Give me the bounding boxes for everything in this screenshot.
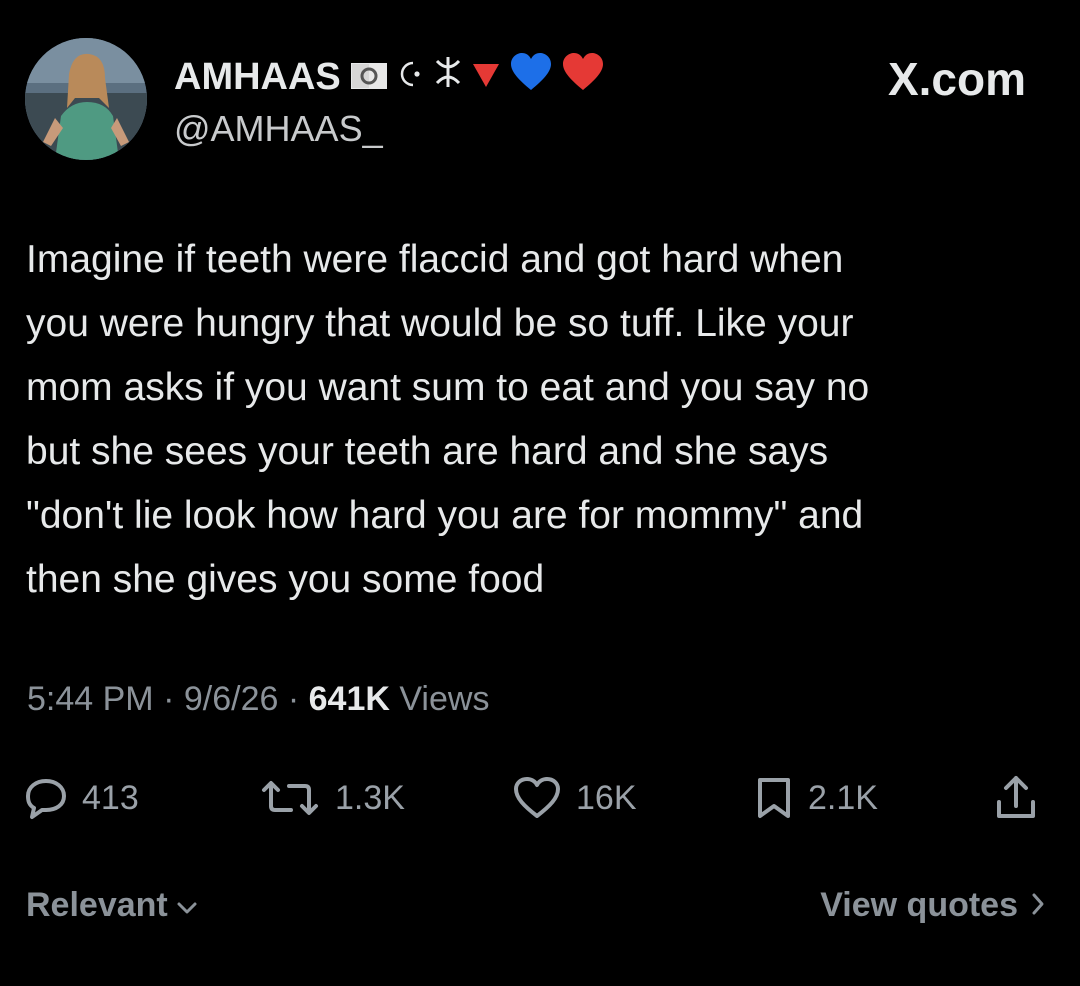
share-icon: [994, 774, 1038, 822]
tweet-meta: 5:44 PM · 9/6/26 · 641K Views: [27, 680, 489, 719]
avatar-image: [25, 38, 147, 160]
blue-heart-icon: [509, 52, 553, 102]
action-bar: 413 1.3K 16K 2.1K: [24, 770, 1056, 826]
tweet-time[interactable]: 5:44 PM: [27, 680, 154, 718]
bookmark-count: 2.1K: [808, 778, 878, 817]
chevron-down-icon: [176, 886, 198, 925]
repost-icon: [259, 778, 321, 818]
tweet-date[interactable]: 9/6/26: [184, 680, 279, 718]
share-button[interactable]: [994, 770, 1038, 826]
handle[interactable]: @AMHAAS_: [174, 108, 383, 150]
like-count: 16K: [576, 778, 637, 817]
red-triangle-icon: [471, 56, 501, 99]
view-quotes-link[interactable]: View quotes: [820, 886, 1046, 925]
bookmark-button[interactable]: 2.1K: [754, 770, 878, 826]
meta-separator: ·: [163, 680, 184, 718]
display-name-row[interactable]: AMHAAS: [174, 52, 605, 102]
red-heart-icon: [561, 52, 605, 102]
bookmark-icon: [754, 776, 794, 820]
chevron-right-icon: [1030, 886, 1046, 925]
brand-watermark: X.com: [887, 53, 1026, 105]
tweet-text: Imagine if teeth were flaccid and got ha…: [26, 238, 870, 601]
view-quotes-label: View quotes: [820, 886, 1018, 924]
crescent-star-icon: [395, 56, 425, 99]
sort-label: Relevant: [26, 886, 168, 924]
meta-separator: ·: [287, 680, 309, 718]
repost-button[interactable]: 1.3K: [259, 770, 405, 826]
views-count: 641K: [308, 680, 390, 718]
algeria-flag-icon: [349, 56, 388, 99]
sort-replies-dropdown[interactable]: Relevant: [26, 886, 198, 925]
like-button[interactable]: 16K: [512, 770, 637, 826]
amazigh-symbol-icon: [433, 55, 463, 99]
reply-count: 413: [82, 778, 139, 817]
display-name[interactable]: AMHAAS: [174, 56, 341, 99]
views-label: Views: [399, 680, 490, 718]
name-badges: [349, 52, 605, 102]
reply-button[interactable]: 413: [24, 770, 139, 826]
reply-icon: [24, 776, 68, 820]
repost-count: 1.3K: [335, 778, 405, 817]
heart-icon: [512, 776, 562, 820]
avatar[interactable]: [25, 38, 147, 160]
